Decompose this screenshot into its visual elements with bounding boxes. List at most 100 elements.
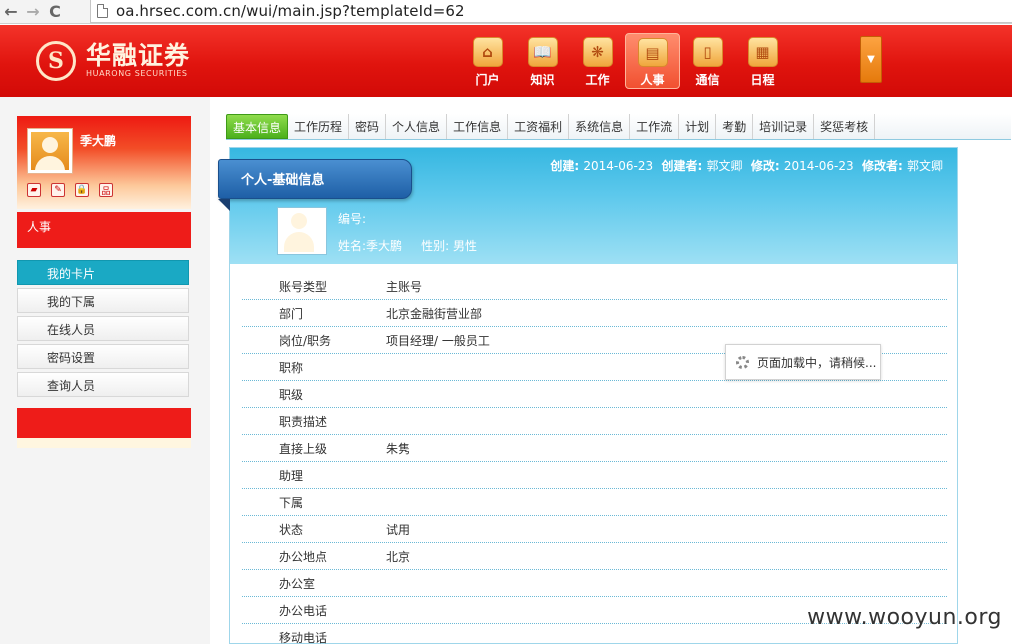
phone-icon: ▯ <box>692 37 723 67</box>
logo-english: HUARONG SECURITIES <box>86 69 188 78</box>
created-date: 2014-06-23 <box>583 159 654 173</box>
field-label: 直接上级 <box>279 441 328 456</box>
field-label: 办公地点 <box>279 549 328 564</box>
info-card: 创建: 2014-06-23 创建者: 郭文卿 修改: 2014-06-23 修… <box>218 147 958 644</box>
table-row: 办公室 <box>242 570 947 597</box>
table-row: 办公地点 北京 <box>242 543 947 570</box>
field-value: 北京 <box>386 549 411 564</box>
tab-plan[interactable]: 计划 <box>679 114 717 139</box>
url-text: oa.hrsec.com.cn/wui/main.jsp?templateId=… <box>116 2 465 20</box>
field-label: 职称 <box>279 360 304 375</box>
tab-password[interactable]: 密码 <box>349 114 387 139</box>
logo-mark-icon: S <box>36 41 76 81</box>
employee-code: 编号: <box>338 212 367 226</box>
menu-label: 知识 <box>530 73 555 87</box>
sidebar-menu: 我的卡片 我的下属 在线人员 密码设置 查询人员 <box>17 260 189 400</box>
tab-workflow[interactable]: 工作流 <box>630 114 680 139</box>
logo[interactable]: S 华融证券 HUARONG SECURITIES <box>36 41 190 81</box>
field-value: 试用 <box>386 522 411 537</box>
tab-rewards[interactable]: 奖惩考核 <box>814 114 876 139</box>
tab-work-history[interactable]: 工作历程 <box>288 114 350 139</box>
field-label: 助理 <box>279 468 304 483</box>
org-icon[interactable]: 品 <box>99 183 113 197</box>
sidebar-footer-bar <box>17 408 191 438</box>
logo-chinese: 华融证券 <box>86 41 191 70</box>
tab-system-info[interactable]: 系统信息 <box>569 114 631 139</box>
sidebar-item-online-users[interactable]: 在线人员 <box>17 316 189 341</box>
work-icon: ❋ <box>582 37 613 67</box>
modifier-label: 修改者: <box>861 159 903 173</box>
menu-label: 人事 <box>640 73 665 87</box>
creator-label: 创建者: <box>661 159 703 173</box>
table-row: 状态 试用 <box>242 516 947 543</box>
tab-attendance[interactable]: 考勤 <box>716 114 754 139</box>
menu-item-communication[interactable]: ▯ 通信 <box>680 33 735 89</box>
address-bar[interactable]: oa.hrsec.com.cn/wui/main.jsp?templateId=… <box>90 0 1012 23</box>
tab-work-info[interactable]: 工作信息 <box>447 114 509 139</box>
employee-name-gender: 姓名:季大鹏 性别: 男性 <box>338 239 477 253</box>
field-label: 下属 <box>279 495 304 510</box>
tab-salary[interactable]: 工资福利 <box>508 114 570 139</box>
sidebar: 季大鹏 ▰ ✎ 🔒 品 人事 我的卡片 我的下属 在线人员 密码设置 查询人员 <box>0 97 210 644</box>
table-row: 职级 <box>242 381 947 408</box>
menu-item-knowledge[interactable]: 📖 知识 <box>515 33 570 89</box>
modified-date: 2014-06-23 <box>783 159 854 173</box>
table-row: 助理 <box>242 462 947 489</box>
table-row: 下属 <box>242 489 947 516</box>
field-label: 职责描述 <box>279 414 328 429</box>
field-value: 朱隽 <box>386 441 411 456</box>
modifier-name: 郭文卿 <box>906 159 943 173</box>
table-row: 直接上级 朱隽 <box>242 435 947 462</box>
forward-button[interactable]: → <box>22 1 44 23</box>
menu-label: 门户 <box>475 73 500 87</box>
user-name: 季大鹏 <box>80 134 117 148</box>
field-label: 账号类型 <box>279 279 328 294</box>
back-button[interactable]: ← <box>0 1 22 23</box>
field-value: 主账号 <box>386 279 423 294</box>
table-row: 账号类型 主账号 <box>242 273 947 300</box>
person-photo[interactable] <box>277 207 327 255</box>
sidebar-item-my-card[interactable]: 我的卡片 <box>17 260 189 285</box>
module-title[interactable]: 人事 <box>17 212 191 248</box>
menu-item-hr[interactable]: ▤ 人事 <box>625 33 680 89</box>
field-label: 移动电话 <box>279 630 328 644</box>
browser-toolbar: ← → C oa.hrsec.com.cn/wui/main.jsp?templ… <box>0 0 1012 24</box>
tab-training[interactable]: 培训记录 <box>753 114 815 139</box>
created-label: 创建: <box>550 159 580 173</box>
back-arrow-icon: ← <box>4 2 18 21</box>
field-label: 岗位/职务 <box>279 333 332 348</box>
modified-label: 修改: <box>750 159 780 173</box>
tab-basic-info[interactable]: 基本信息 <box>226 114 289 139</box>
edit-icon[interactable]: ✎ <box>51 183 65 197</box>
sidebar-footer-strip <box>17 438 191 448</box>
menu-item-portal[interactable]: ⌂ 门户 <box>460 33 515 89</box>
avatar[interactable] <box>27 128 73 174</box>
watermark: www.wooyun.org <box>807 605 1002 630</box>
sidebar-item-subordinates[interactable]: 我的下属 <box>17 288 189 313</box>
sidebar-item-search-users[interactable]: 查询人员 <box>17 372 189 397</box>
field-label: 办公室 <box>279 576 316 591</box>
menu-label: 通信 <box>695 73 720 87</box>
calendar-icon: ▦ <box>747 37 778 67</box>
field-value: 北京金融街营业部 <box>386 306 483 321</box>
field-label: 职级 <box>279 387 304 402</box>
user-profile-panel: 季大鹏 ▰ ✎ 🔒 品 <box>17 116 191 209</box>
field-label: 状态 <box>279 522 304 537</box>
tab-personal-info[interactable]: 个人信息 <box>386 114 448 139</box>
field-label: 办公电话 <box>279 603 328 618</box>
page: ← → C oa.hrsec.com.cn/wui/main.jsp?templ… <box>0 0 1012 644</box>
app-header: S 华融证券 HUARONG SECURITIES ⌂ 门户 📖 知识 ❋ 工作… <box>0 25 1012 97</box>
more-menu-button[interactable]: ▼ <box>860 36 882 83</box>
table-row: 职责描述 <box>242 408 947 435</box>
lock-icon[interactable]: 🔒 <box>75 183 89 197</box>
menu-label: 工作 <box>585 73 610 87</box>
menu-item-schedule[interactable]: ▦ 日程 <box>735 33 790 89</box>
card-title: 个人-基础信息 <box>218 159 412 199</box>
bookmark-icon[interactable]: ▰ <box>27 183 41 197</box>
menu-item-work[interactable]: ❋ 工作 <box>570 33 625 89</box>
book-icon: 📖 <box>527 37 558 67</box>
sidebar-item-password[interactable]: 密码设置 <box>17 344 189 369</box>
chevron-down-icon: ▼ <box>867 54 875 65</box>
table-row: 部门 北京金融街营业部 <box>242 300 947 327</box>
reload-button[interactable]: C <box>44 1 66 23</box>
